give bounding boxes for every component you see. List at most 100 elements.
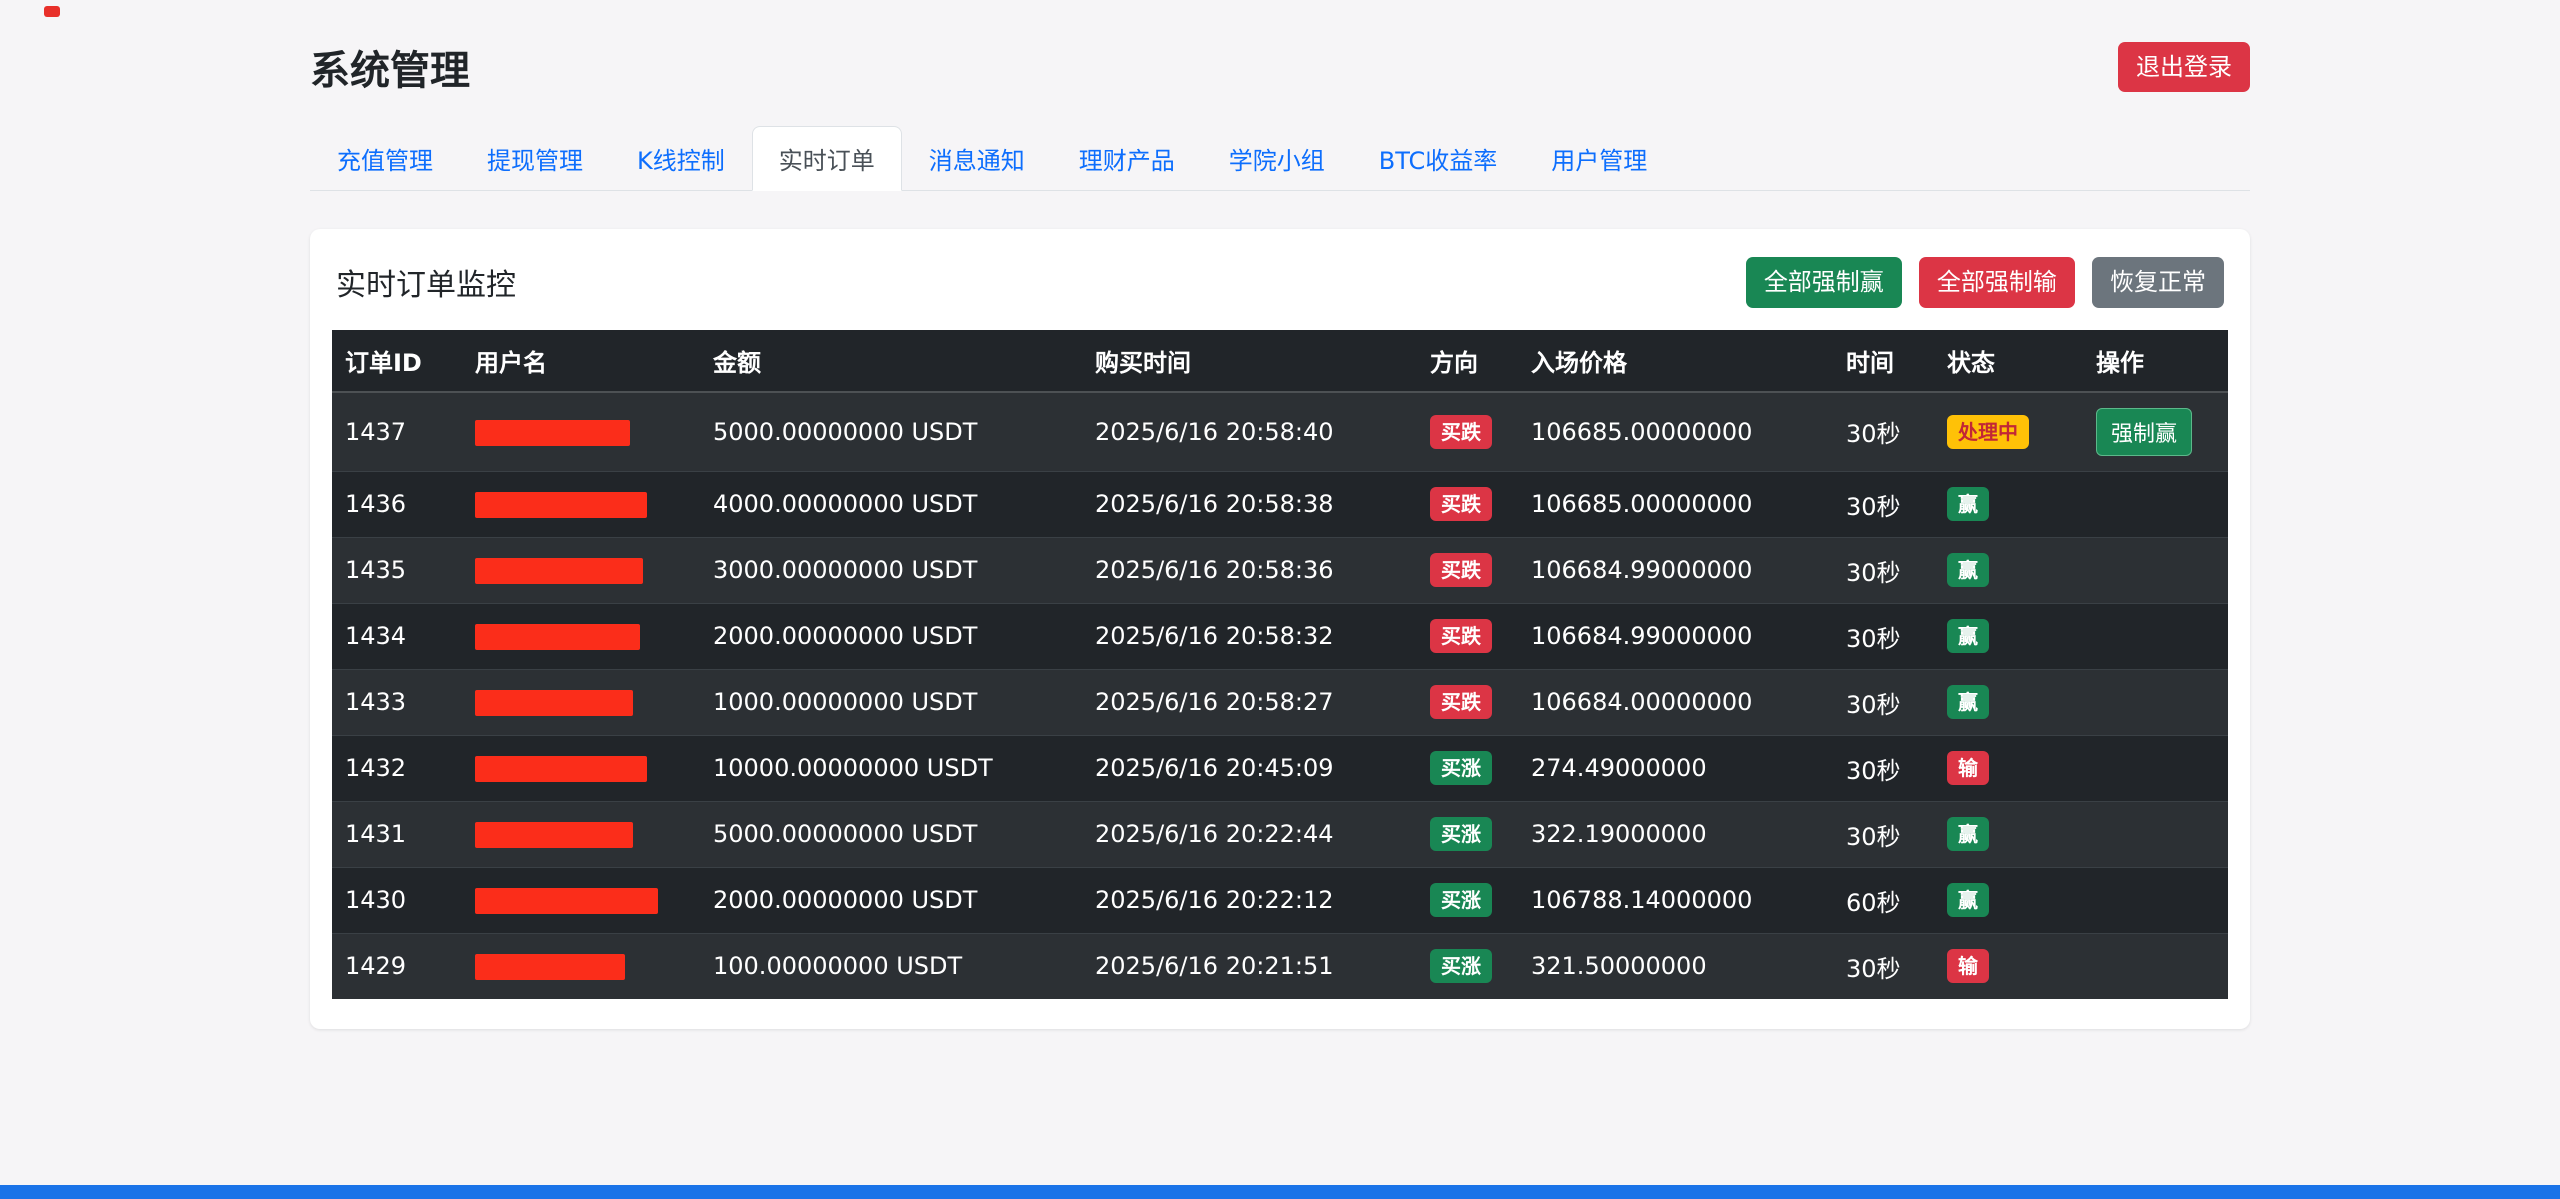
tab-user-management[interactable]: 用户管理: [1524, 126, 1674, 191]
username-redaction: [475, 822, 633, 848]
header-row: 系统管理 退出登录: [310, 38, 2250, 96]
tab-academy-groups[interactable]: 学院小组: [1202, 126, 1352, 191]
column-header: 入场价格: [1518, 330, 1833, 392]
action-cell: [2083, 537, 2228, 603]
table-row: 1435 3000.00000000 USDT 2025/6/16 20:58:…: [332, 537, 2228, 603]
status-badge: 赢: [1947, 553, 1989, 587]
purchase-time-cell: 2025/6/16 20:22:12: [1082, 867, 1417, 933]
order-id-cell: 1432: [332, 735, 462, 801]
order-id-cell: 1430: [332, 867, 462, 933]
tab-kline-control[interactable]: K线控制: [610, 126, 752, 191]
duration-cell: 30秒: [1833, 537, 1934, 603]
entry-price-cell: 106788.14000000: [1518, 867, 1833, 933]
order-table-body: 1437 5000.00000000 USDT 2025/6/16 20:58:…: [332, 392, 2228, 999]
direction-cell: 买涨: [1417, 801, 1518, 867]
status-cell: 输: [1934, 933, 2083, 999]
direction-cell: 买跌: [1417, 537, 1518, 603]
order-id-cell: 1434: [332, 603, 462, 669]
direction-badge: 买跌: [1430, 685, 1492, 719]
panel-title: 实时订单监控: [336, 260, 516, 304]
username-cell: [462, 603, 700, 669]
direction-badge: 买涨: [1430, 751, 1492, 785]
duration-cell: 30秒: [1833, 603, 1934, 669]
entry-price-cell: 106684.99000000: [1518, 603, 1833, 669]
username-cell: [462, 537, 700, 603]
table-row: 1437 5000.00000000 USDT 2025/6/16 20:58:…: [332, 392, 2228, 472]
order-id-cell: 1437: [332, 392, 462, 472]
entry-price-cell: 321.50000000: [1518, 933, 1833, 999]
username-redaction: [475, 888, 658, 914]
orders-table-head: 订单ID用户名金额购买时间方向入场价格时间状态操作: [332, 330, 2228, 392]
column-header: 购买时间: [1082, 330, 1417, 392]
force-win-button[interactable]: 强制赢: [2096, 408, 2192, 456]
username-redaction: [475, 420, 630, 446]
action-cell: [2083, 735, 2228, 801]
table-row: 1430 2000.00000000 USDT 2025/6/16 20:22:…: [332, 867, 2228, 933]
amount-cell: 4000.00000000 USDT: [700, 471, 1082, 537]
entry-price-cell: 322.19000000: [1518, 801, 1833, 867]
bottom-blue-bar: [0, 1185, 2560, 1199]
username-redaction: [475, 492, 647, 518]
duration-cell: 30秒: [1833, 471, 1934, 537]
amount-cell: 5000.00000000 USDT: [700, 801, 1082, 867]
order-id-cell: 1429: [332, 933, 462, 999]
order-id-cell: 1433: [332, 669, 462, 735]
duration-cell: 30秒: [1833, 735, 1934, 801]
direction-badge: 买跌: [1430, 553, 1492, 587]
tab-notifications[interactable]: 消息通知: [902, 126, 1052, 191]
direction-badge: 买涨: [1430, 817, 1492, 851]
table-row: 1434 2000.00000000 USDT 2025/6/16 20:58:…: [332, 603, 2228, 669]
username-redaction: [475, 954, 625, 980]
force-win-all-button[interactable]: 全部强制赢: [1746, 257, 1902, 308]
tab-btc-yield[interactable]: BTC收益率: [1352, 126, 1524, 191]
page: 系统管理 退出登录 充值管理提现管理K线控制实时订单消息通知理财产品学院小组BT…: [310, 0, 2250, 1029]
direction-badge: 买跌: [1430, 415, 1492, 449]
status-cell: 处理中: [1934, 392, 2083, 472]
amount-cell: 100.00000000 USDT: [700, 933, 1082, 999]
status-badge: 处理中: [1947, 415, 2029, 449]
duration-cell: 30秒: [1833, 392, 1934, 472]
direction-badge: 买跌: [1430, 619, 1492, 653]
table-row: 1431 5000.00000000 USDT 2025/6/16 20:22:…: [332, 801, 2228, 867]
action-cell: 强制赢: [2083, 392, 2228, 472]
amount-cell: 3000.00000000 USDT: [700, 537, 1082, 603]
table-row: 1429 100.00000000 USDT 2025/6/16 20:21:5…: [332, 933, 2228, 999]
entry-price-cell: 106684.00000000: [1518, 669, 1833, 735]
action-cell: [2083, 801, 2228, 867]
orders-card: 实时订单监控 全部强制赢 全部强制输 恢复正常 订单ID用户名金额购买时间方向入…: [310, 229, 2250, 1029]
page-title: 系统管理: [310, 38, 470, 96]
force-lose-all-button[interactable]: 全部强制输: [1919, 257, 2075, 308]
username-cell: [462, 867, 700, 933]
tab-realtime-orders[interactable]: 实时订单: [752, 126, 902, 191]
column-header: 时间: [1833, 330, 1934, 392]
purchase-time-cell: 2025/6/16 20:58:32: [1082, 603, 1417, 669]
status-cell: 输: [1934, 735, 2083, 801]
status-cell: 赢: [1934, 801, 2083, 867]
tab-wealth-products[interactable]: 理财产品: [1052, 126, 1202, 191]
tab-recharge[interactable]: 充值管理: [310, 126, 460, 191]
duration-cell: 30秒: [1833, 801, 1934, 867]
username-redaction: [475, 690, 633, 716]
amount-cell: 2000.00000000 USDT: [700, 867, 1082, 933]
status-cell: 赢: [1934, 603, 2083, 669]
purchase-time-cell: 2025/6/16 20:58:27: [1082, 669, 1417, 735]
direction-cell: 买涨: [1417, 933, 1518, 999]
tab-withdraw[interactable]: 提现管理: [460, 126, 610, 191]
column-header: 金额: [700, 330, 1082, 392]
entry-price-cell: 106685.00000000: [1518, 471, 1833, 537]
direction-badge: 买涨: [1430, 883, 1492, 917]
purchase-time-cell: 2025/6/16 20:58:38: [1082, 471, 1417, 537]
logout-button[interactable]: 退出登录: [2118, 42, 2250, 93]
orders-table: 订单ID用户名金额购买时间方向入场价格时间状态操作 1437 5000.0000…: [332, 330, 2228, 999]
username-redaction: [475, 756, 647, 782]
restore-normal-button[interactable]: 恢复正常: [2092, 257, 2224, 308]
status-badge: 赢: [1947, 487, 1989, 521]
username-cell: [462, 933, 700, 999]
card-actions: 全部强制赢 全部强制输 恢复正常: [1734, 257, 2224, 308]
action-cell: [2083, 867, 2228, 933]
column-header: 用户名: [462, 330, 700, 392]
table-row: 1436 4000.00000000 USDT 2025/6/16 20:58:…: [332, 471, 2228, 537]
status-badge: 输: [1947, 949, 1989, 983]
purchase-time-cell: 2025/6/16 20:58:36: [1082, 537, 1417, 603]
status-badge: 赢: [1947, 817, 1989, 851]
